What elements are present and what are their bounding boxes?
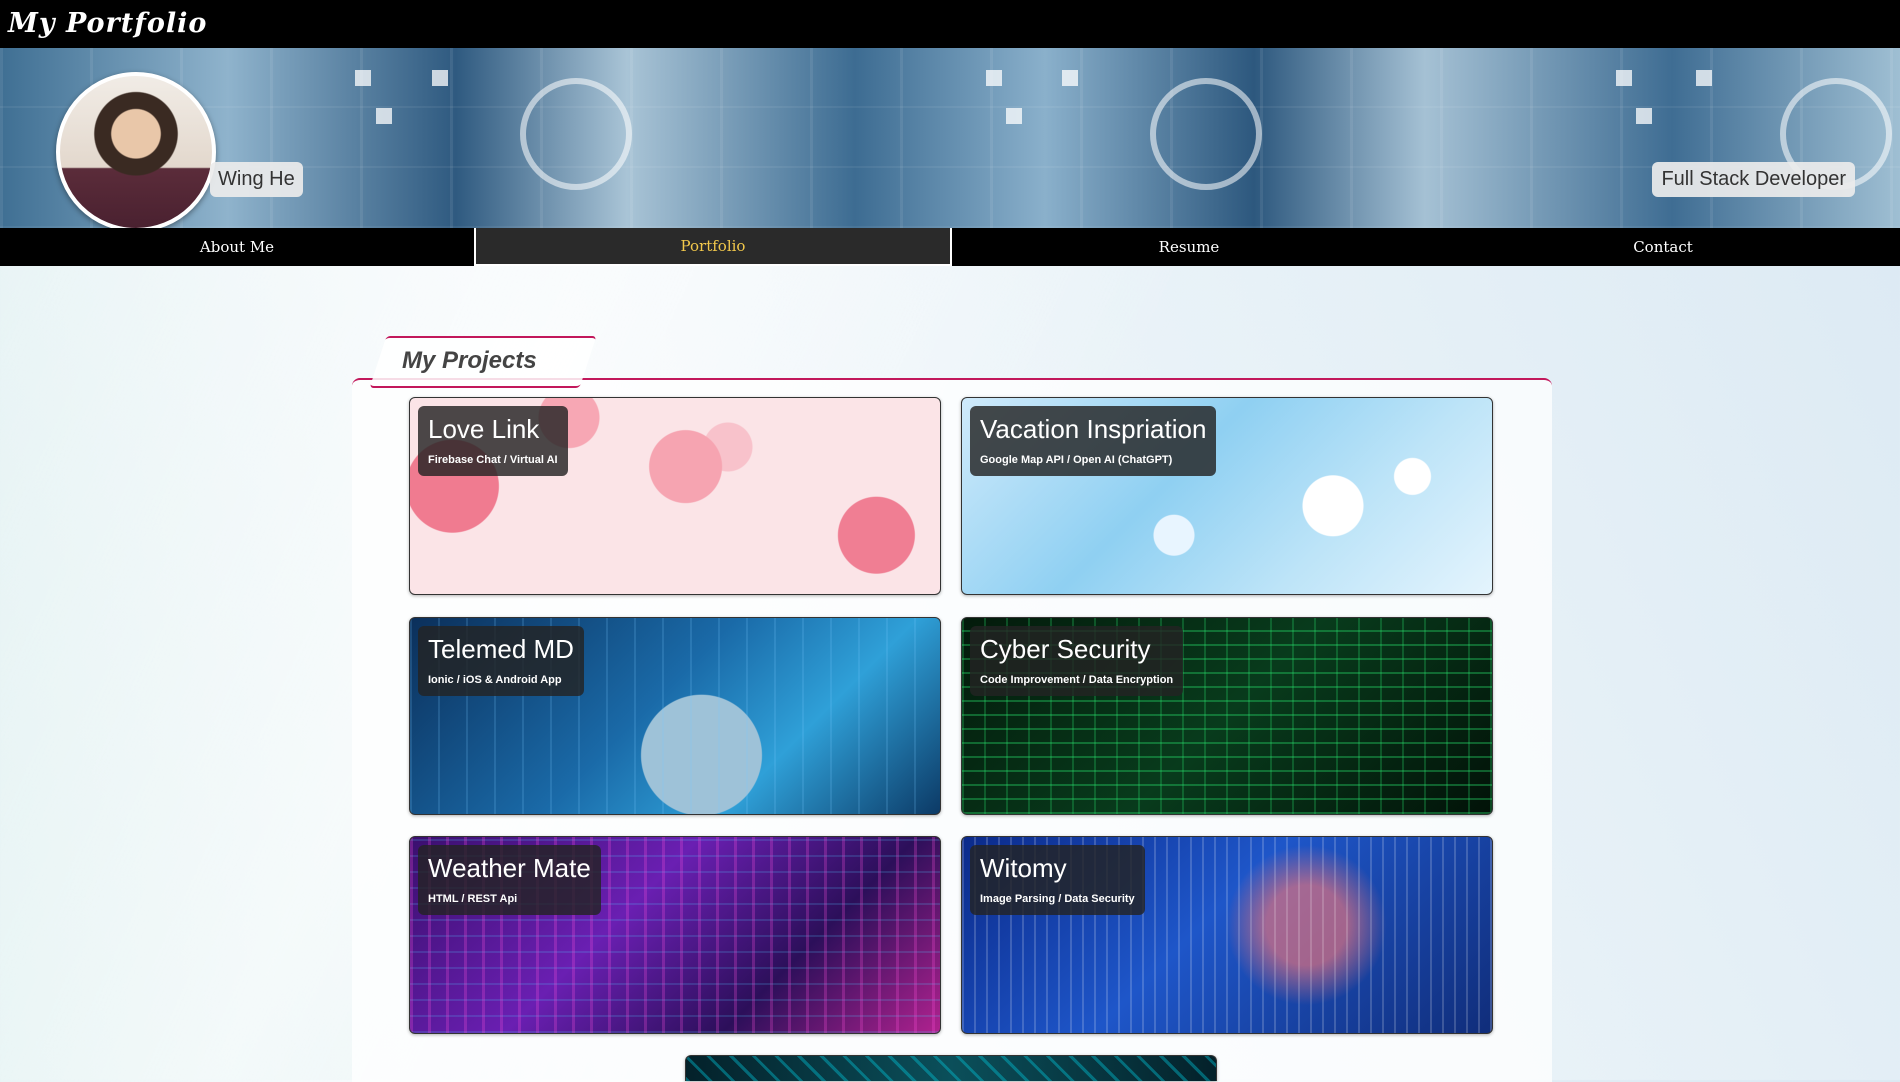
project-card-vacation[interactable]: Vacation Inspriation Google Map API / Op… bbox=[961, 397, 1493, 595]
project-card-cyber-security[interactable]: Cyber Security Code Improvement / Data E… bbox=[961, 617, 1493, 815]
project-subtitle: Firebase Chat / Virtual AI bbox=[428, 454, 558, 466]
banner-tile bbox=[1616, 70, 1632, 86]
project-title: Telemed MD bbox=[428, 634, 574, 664]
project-subtitle: Code Improvement / Data Encryption bbox=[980, 674, 1174, 686]
banner-tile bbox=[1062, 70, 1078, 86]
site-brand[interactable]: My Portfolio bbox=[8, 8, 207, 39]
banner-tile bbox=[1696, 70, 1712, 86]
card-label: Weather Mate HTML / REST Api bbox=[418, 845, 601, 915]
project-title: Witomy bbox=[980, 853, 1067, 883]
project-card-love-link[interactable]: Love Link Firebase Chat / Virtual AI bbox=[409, 397, 941, 595]
nav-item-resume[interactable]: Resume bbox=[952, 228, 1426, 266]
nav-item-contact[interactable]: Contact bbox=[1426, 228, 1900, 266]
project-subtitle: Ionic / iOS & Android App bbox=[428, 674, 562, 686]
project-title: Vacation Inspriation bbox=[980, 414, 1207, 444]
project-subtitle: Google Map API / Open AI (ChatGPT) bbox=[980, 454, 1173, 466]
card-label: Love Link Firebase Chat / Virtual AI bbox=[418, 406, 568, 476]
card-label: Witomy Image Parsing / Data Security bbox=[970, 845, 1145, 915]
project-subtitle: Image Parsing / Data Security bbox=[980, 893, 1135, 905]
nav-item-about-me[interactable]: About Me bbox=[0, 228, 474, 266]
project-card-telemed[interactable]: Telemed MD Ionic / iOS & Android App bbox=[409, 617, 941, 815]
project-title: Cyber Security bbox=[980, 634, 1151, 664]
banner-ring bbox=[520, 78, 632, 190]
main-nav: About Me Portfolio Resume Contact bbox=[0, 228, 1900, 266]
banner-tile bbox=[986, 70, 1002, 86]
banner-tile bbox=[1636, 108, 1652, 124]
project-card-partial[interactable] bbox=[685, 1055, 1217, 1081]
banner-tile bbox=[1006, 108, 1022, 124]
profile-avatar bbox=[56, 72, 216, 232]
profile-name: Wing He bbox=[210, 162, 303, 197]
card-label: Vacation Inspriation Google Map API / Op… bbox=[970, 406, 1217, 476]
projects-heading: My Projects bbox=[402, 347, 537, 374]
project-card-weather-mate[interactable]: Weather Mate HTML / REST Api bbox=[409, 836, 941, 1034]
project-card-witomy[interactable]: Witomy Image Parsing / Data Security bbox=[961, 836, 1493, 1034]
banner-ring bbox=[1150, 78, 1262, 190]
banner-tile bbox=[376, 108, 392, 124]
nav-item-portfolio[interactable]: Portfolio bbox=[474, 228, 952, 266]
project-subtitle: HTML / REST Api bbox=[428, 893, 518, 905]
card-label: Cyber Security Code Improvement / Data E… bbox=[970, 626, 1184, 696]
card-label: Telemed MD Ionic / iOS & Android App bbox=[418, 626, 584, 696]
banner-tile bbox=[432, 70, 448, 86]
profile-title: Full Stack Developer bbox=[1652, 162, 1855, 197]
project-title: Weather Mate bbox=[428, 853, 591, 883]
top-bar: My Portfolio bbox=[0, 0, 1900, 48]
project-title: Love Link bbox=[428, 414, 540, 444]
banner-tile bbox=[355, 70, 371, 86]
profile-banner bbox=[0, 48, 1900, 228]
